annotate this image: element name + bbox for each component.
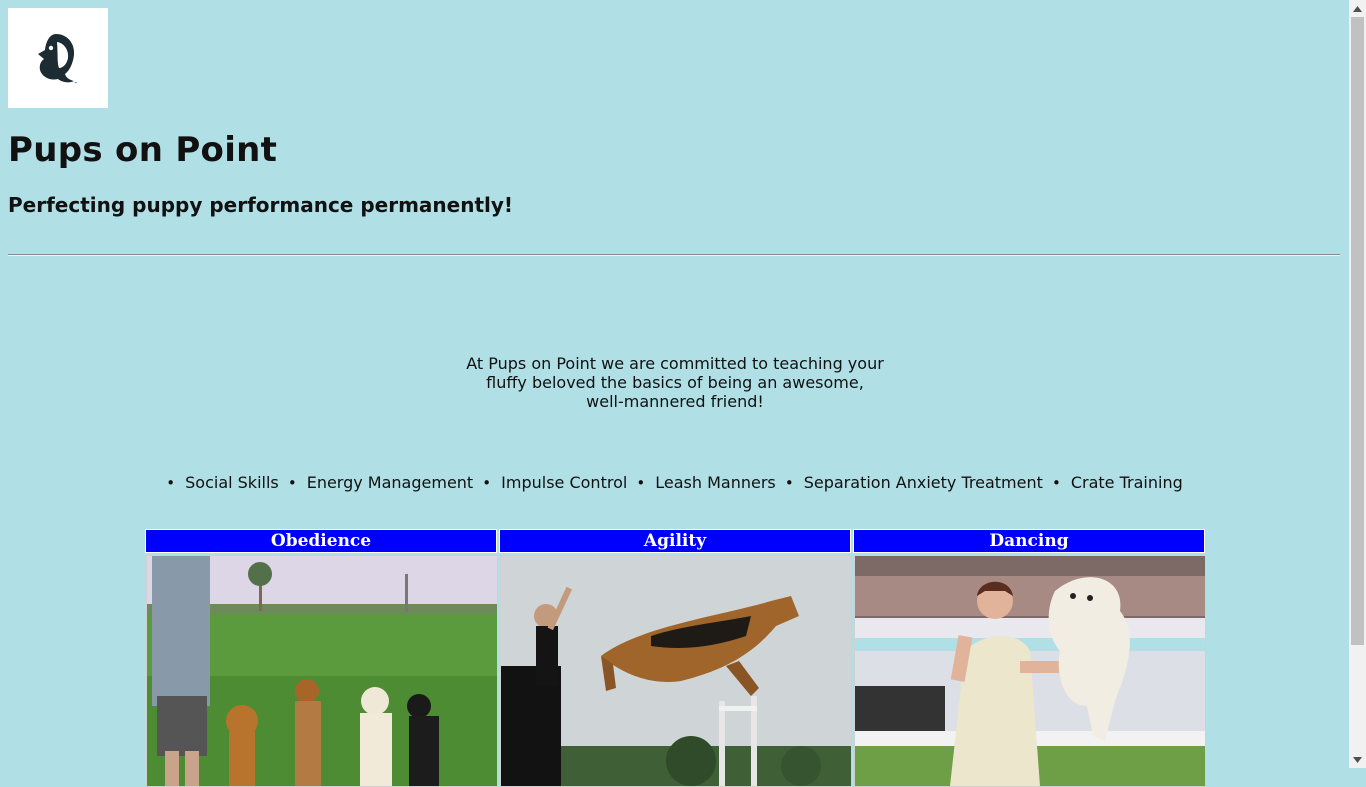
intro-line: At Pups on Point we are committed to tea… xyxy=(466,354,884,373)
scrollbar-thumb[interactable] xyxy=(1351,17,1364,645)
header-divider xyxy=(8,254,1340,256)
program-agility: Agility xyxy=(499,529,852,787)
logo: ™ xyxy=(8,8,108,108)
german-shepherd-jumping-photo xyxy=(500,555,852,787)
program-obedience: Obedience xyxy=(145,529,498,787)
skill-item: Separation Anxiety Treatment xyxy=(785,473,1043,492)
woman-dancing-with-dog-photo xyxy=(854,555,1206,787)
program-title: Obedience xyxy=(145,529,497,553)
intro-line: well-mannered friend! xyxy=(586,392,764,411)
dogs-sitting-on-grass-photo xyxy=(146,555,498,787)
scroll-down-arrow-icon[interactable] xyxy=(1349,751,1366,768)
scroll-up-arrow-icon[interactable] xyxy=(1349,0,1366,17)
vertical-scrollbar[interactable] xyxy=(1349,0,1366,768)
intro-paragraph: At Pups on Point we are committed to tea… xyxy=(440,354,910,411)
page: ™ Pups on Point Perfecting puppy perform… xyxy=(0,0,1349,787)
skill-item: Impulse Control xyxy=(482,473,627,492)
intro-line: fluffy beloved the basics of being an aw… xyxy=(486,373,864,392)
skill-item: Social Skills xyxy=(166,473,279,492)
skills-list: Social Skills Energy Management Impulse … xyxy=(0,473,1349,492)
skill-item: Energy Management xyxy=(288,473,474,492)
site-title: Pups on Point xyxy=(8,130,278,170)
program-title: Agility xyxy=(499,529,851,553)
programs-table: Obedience Agility Dancing xyxy=(145,529,1206,787)
dog-head-icon: ™ xyxy=(38,34,78,86)
skill-item: Crate Training xyxy=(1052,473,1183,492)
skill-item: Leash Manners xyxy=(636,473,776,492)
svg-text:™: ™ xyxy=(74,81,78,86)
program-dancing: Dancing xyxy=(853,529,1206,787)
site-tagline: Perfecting puppy performance permanently… xyxy=(8,193,514,217)
program-title: Dancing xyxy=(853,529,1205,553)
